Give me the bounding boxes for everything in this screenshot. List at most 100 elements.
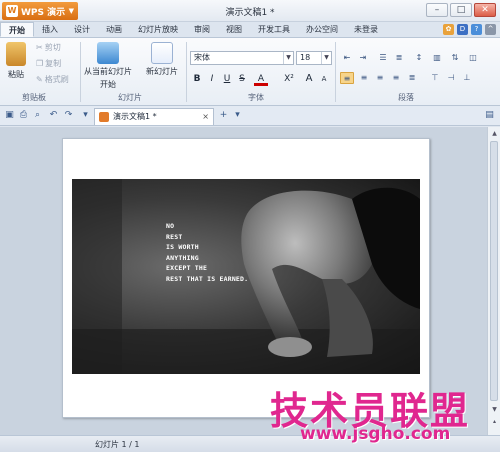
tab-developer[interactable]: 开发工具 [250, 22, 298, 37]
increase-indent-button[interactable]: ⇥ [356, 52, 370, 64]
vertical-align-bottom-button[interactable]: ⊥ [460, 72, 474, 84]
quote-line: REST THAT IS EARNED. [166, 274, 249, 283]
smartart-button[interactable]: ◫ [466, 52, 480, 64]
print-icon[interactable]: ⎙ [18, 110, 29, 121]
grow-font-button[interactable]: A [302, 72, 316, 86]
vertical-align-top-button[interactable]: ⊤ [428, 72, 442, 84]
window-controls: – □ ✕ [426, 3, 496, 17]
new-slide-label: 新幻灯片 [146, 67, 178, 76]
wps-d-icon[interactable]: D [457, 24, 468, 35]
new-tab-icon[interactable]: + [218, 110, 229, 121]
undo-icon[interactable]: ↶ [48, 110, 59, 121]
shrink-font-button[interactable]: A [317, 72, 331, 86]
print-preview-icon[interactable]: ⌕ [32, 110, 43, 121]
separator [335, 42, 336, 102]
site-watermark-url: www.jsgho.com [300, 424, 451, 444]
align-left-button[interactable]: ≡ [340, 72, 354, 84]
separator [80, 42, 81, 102]
brush-icon: ✎ [36, 75, 43, 84]
line-spacing-button[interactable]: ↕ [412, 52, 426, 64]
text-direction-button[interactable]: ⇅ [448, 52, 462, 64]
prev-slide-icon[interactable]: ▴ [490, 417, 499, 427]
document-tab[interactable]: 演示文稿1 * × [94, 108, 214, 125]
presentation-icon [99, 112, 109, 122]
help-icon[interactable]: ? [471, 24, 482, 35]
columns-button[interactable]: ▥ [430, 52, 444, 64]
justify-button[interactable]: ≡ [389, 72, 403, 84]
vertical-scrollbar[interactable]: ▲ ▼ ▴ [487, 127, 500, 435]
window-title: 演示文稿1 * [225, 8, 275, 18]
tab-view[interactable]: 视图 [218, 22, 250, 37]
tab-home[interactable]: 开始 [0, 22, 34, 37]
copy-icon: ❐ [36, 59, 44, 68]
superscript-button[interactable]: X² [280, 72, 298, 86]
decrease-indent-button[interactable]: ⇤ [340, 52, 354, 64]
close-button[interactable]: ✕ [474, 3, 496, 17]
quick-access-toolbar: ▣ ⎙ ⌕ ↶ ↷ ▾ 演示文稿1 * × + ▾ ▤ [0, 106, 500, 126]
slide-quote-text[interactable]: NO REST IS WORTH ANYTHING EXCEPT THE RES… [166, 221, 248, 284]
vertical-align-middle-button[interactable]: ⊣ [444, 72, 458, 84]
clipboard-group-label: 剪贴板 [22, 93, 46, 102]
underline-button[interactable]: U [220, 72, 234, 86]
slides-group-label: 幻灯片 [118, 93, 142, 102]
quote-line: EXCEPT THE [166, 264, 208, 272]
tab-insert[interactable]: 插入 [34, 22, 66, 37]
font-name-value: 宋体 [194, 53, 210, 62]
chevron-down-icon: ▼ [283, 52, 293, 64]
paste-icon [6, 42, 26, 66]
task-pane-icon[interactable]: ▤ [484, 110, 495, 121]
title-bar: W WPS 演示 ▼ 演示文稿1 * – □ ✕ [0, 0, 500, 22]
maximize-button[interactable]: □ [450, 3, 472, 17]
font-size-select[interactable]: 18 ▼ [296, 51, 332, 65]
copy-button[interactable]: ❐ 复制 [36, 58, 61, 69]
skin-icon[interactable]: ✿ [443, 24, 454, 35]
slide-photo[interactable]: NO REST IS WORTH ANYTHING EXCEPT THE RES… [72, 179, 420, 374]
play-from-current-button[interactable]: 从当前幻灯片 开始 [84, 42, 132, 90]
cut-label: 剪切 [44, 43, 61, 52]
tab-review[interactable]: 审阅 [186, 22, 218, 37]
numbering-button[interactable]: ≣ [392, 52, 406, 64]
font-size-value: 18 [300, 53, 311, 62]
font-color-button[interactable]: A [254, 72, 268, 86]
separator [186, 42, 187, 102]
quote-line: ANYTHING [166, 253, 199, 262]
tab-design[interactable]: 设计 [66, 22, 98, 37]
cut-button[interactable]: ✂ 剪切 [36, 42, 61, 53]
tab-list-icon[interactable]: ▾ [232, 110, 243, 121]
strikethrough-button[interactable]: S [235, 72, 249, 86]
bullets-button[interactable]: ☰ [376, 52, 390, 64]
minimize-button[interactable]: – [426, 3, 448, 17]
tab-login[interactable]: 未登录 [346, 22, 386, 37]
font-name-select[interactable]: 宋体 ▼ [190, 51, 294, 65]
bold-button[interactable]: B [190, 72, 204, 86]
redo-icon[interactable]: ↷ [63, 110, 74, 121]
italic-button[interactable]: I [205, 72, 219, 86]
tab-slideshow[interactable]: 幻灯片放映 [130, 22, 186, 37]
quote-line: REST [166, 232, 183, 241]
paste-label: 粘贴 [8, 70, 24, 79]
scroll-down-icon[interactable]: ▼ [490, 405, 499, 415]
paste-button[interactable]: 粘贴 [6, 42, 26, 80]
slide-counter: 幻灯片 1 / 1 [95, 440, 140, 449]
play-slide-icon [97, 42, 119, 64]
close-tab-icon[interactable]: × [202, 109, 209, 124]
minimize-ribbon-icon[interactable]: ^ [485, 24, 496, 35]
scroll-thumb[interactable] [490, 141, 498, 401]
scissors-icon: ✂ [36, 43, 43, 52]
new-slide-icon [151, 42, 173, 64]
quote-line: IS WORTH [166, 243, 199, 251]
tab-animation[interactable]: 动画 [98, 22, 130, 37]
tab-office-space[interactable]: 办公空间 [298, 22, 346, 37]
copy-label: 复制 [45, 59, 62, 68]
format-painter-button[interactable]: ✎ 格式刷 [36, 74, 69, 85]
format-painter-label: 格式刷 [44, 75, 69, 84]
play-from-current-sub: 开始 [100, 80, 116, 89]
save-icon[interactable]: ▣ [4, 110, 15, 121]
distribute-button[interactable]: ≣ [405, 72, 419, 84]
new-slide-button[interactable]: 新幻灯片 [146, 42, 178, 77]
align-right-button[interactable]: ≡ [373, 72, 387, 84]
customize-toolbar-icon[interactable]: ▾ [80, 110, 91, 121]
scroll-up-icon[interactable]: ▲ [490, 129, 499, 139]
play-from-current-label: 从当前幻灯片 [84, 67, 132, 76]
align-center-button[interactable]: ≡ [357, 72, 371, 84]
